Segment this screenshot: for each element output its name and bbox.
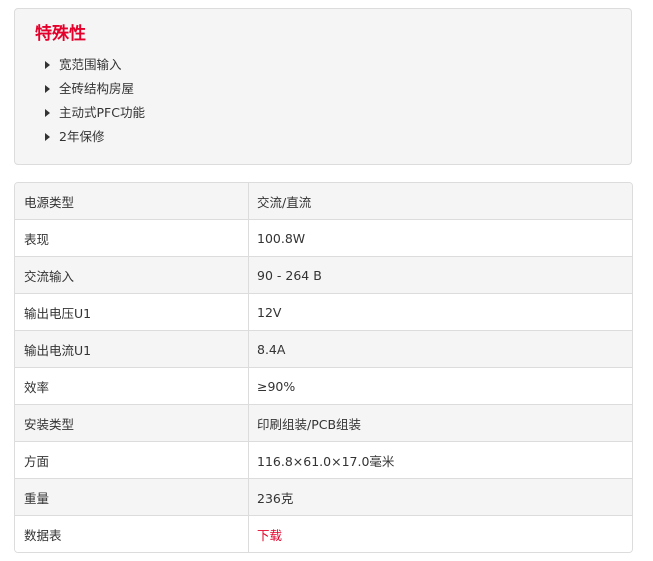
table-row: 重量 236克 bbox=[15, 478, 632, 515]
table-row: 方面 116.8×61.0×17.0毫米 bbox=[15, 441, 632, 478]
spec-value-power-type: 交流/直流 bbox=[257, 194, 312, 210]
feature-item: 宽范围输入 bbox=[45, 53, 145, 77]
spec-label-efficiency: 效率 bbox=[15, 368, 249, 404]
spec-value-dimensions: 116.8×61.0×17.0毫米 bbox=[257, 453, 395, 469]
table-row: 交流输入 90 - 264 В bbox=[15, 256, 632, 293]
spec-label-output-current: 输出电流U1 bbox=[15, 331, 249, 367]
features-list: 宽范围输入 全砖结构房屋 主动式PFC功能 2年保修 bbox=[45, 53, 145, 149]
spec-label-dimensions: 方面 bbox=[15, 442, 249, 478]
triangle-bullet-icon bbox=[45, 133, 50, 141]
table-row: 输出电流U1 8.4A bbox=[15, 330, 632, 367]
spec-value-output-current: 8.4A bbox=[257, 341, 286, 357]
spec-value-output-voltage: 12V bbox=[257, 304, 282, 320]
feature-item-label: 2年保修 bbox=[59, 129, 105, 144]
spec-table: 电源类型 交流/直流 表现 100.8W 交流输入 90 - 264 В 输出电… bbox=[14, 182, 633, 553]
datasheet-download-link[interactable]: 下载 bbox=[249, 516, 632, 552]
table-row: 效率 ≥90% bbox=[15, 367, 632, 404]
feature-item-label: 主动式PFC功能 bbox=[59, 105, 145, 120]
features-title: 特殊性 bbox=[35, 24, 86, 44]
feature-item-label: 全砖结构房屋 bbox=[59, 81, 135, 96]
spec-value-efficiency: ≥90% bbox=[257, 378, 296, 394]
table-row: 电源类型 交流/直流 bbox=[15, 183, 632, 219]
table-row: 表现 100.8W bbox=[15, 219, 632, 256]
spec-label-power-type: 电源类型 bbox=[15, 183, 249, 219]
spec-value-ac-input: 90 - 264 В bbox=[257, 267, 322, 283]
table-row: 安装类型 印刷组装/PCB组装 bbox=[15, 404, 632, 441]
spec-label-mount-type: 安装类型 bbox=[15, 405, 249, 441]
feature-item-label: 宽范围输入 bbox=[59, 57, 122, 72]
feature-item: 全砖结构房屋 bbox=[45, 77, 145, 101]
spec-label-power: 表现 bbox=[15, 220, 249, 256]
feature-item: 主动式PFC功能 bbox=[45, 101, 145, 125]
spec-label-output-voltage: 输出电压U1 bbox=[15, 294, 249, 330]
spec-value-power: 100.8W bbox=[257, 230, 306, 246]
features-panel: 特殊性 宽范围输入 全砖结构房屋 主动式PFC功能 2年保修 bbox=[14, 8, 632, 165]
triangle-bullet-icon bbox=[45, 85, 50, 93]
triangle-bullet-icon bbox=[45, 109, 50, 117]
spec-value-weight: 236克 bbox=[257, 490, 294, 506]
spec-label-weight: 重量 bbox=[15, 479, 249, 515]
spec-label-datasheet: 数据表 bbox=[15, 516, 249, 552]
spec-label-ac-input: 交流输入 bbox=[15, 257, 249, 293]
table-row: 输出电压U1 12V bbox=[15, 293, 632, 330]
table-row: 数据表 下载 bbox=[15, 515, 632, 552]
spec-value-mount-type: 印刷组装/PCB组装 bbox=[257, 416, 362, 432]
triangle-bullet-icon bbox=[45, 61, 50, 69]
feature-item: 2年保修 bbox=[45, 125, 145, 149]
